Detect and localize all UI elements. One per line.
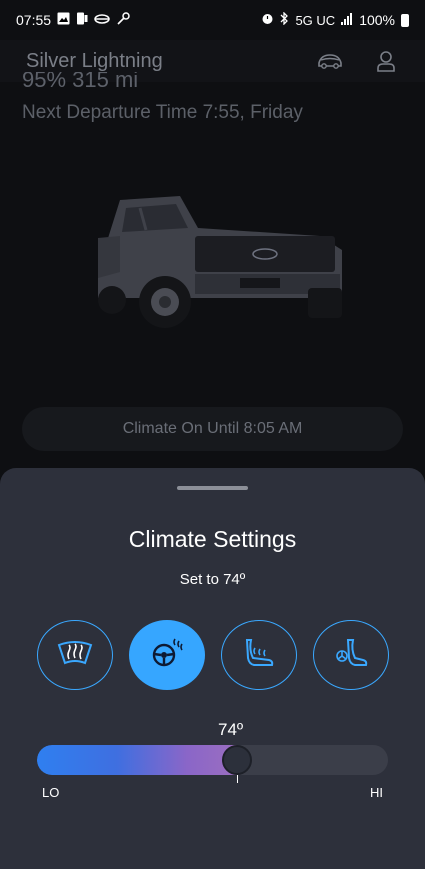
set-temperature-label: Set to 74º [179,571,246,588]
account-icon[interactable] [373,48,399,74]
heated-steering-wheel-icon [149,637,185,674]
temperature-slider-track[interactable] [37,745,388,775]
vehicle-icon[interactable] [317,48,343,74]
temperature-tick [237,775,239,783]
temperature-slider-fill [37,745,238,775]
header-icons [317,48,399,74]
range-text: 95% 315 mi [22,72,139,90]
heated-seat-button[interactable] [221,620,297,690]
front-defrost-button[interactable] [37,620,113,690]
heated-seat-icon [241,636,277,675]
battery-percent: 100% [359,12,395,28]
departure-text[interactable]: Next Departure Time 7:55, Friday [22,102,303,124]
alarm-icon [261,12,274,28]
vehicle-image [80,180,350,350]
key-icon [116,12,130,28]
windshield-defrost-icon [55,637,95,674]
network-label: 5G UC [295,12,336,28]
status-left: 07:55 [16,12,130,28]
car-icon [94,13,110,28]
climate-settings-sheet: Climate Settings Set to 74º 74º LO HI [0,468,425,869]
bluetooth-icon [280,11,289,28]
ventilated-seat-icon [333,636,369,675]
gallery-icon [57,12,70,28]
temperature-hi-label: HI [370,785,383,800]
status-bar: 07:55 5G UC 100% [0,0,425,40]
temperature-lo-label: LO [42,785,60,800]
temperature-slider-handle[interactable] [222,745,253,775]
vehicle-name[interactable]: Silver Lightning [26,50,163,73]
sheet-drag-handle[interactable] [177,486,248,490]
heated-steering-wheel-button[interactable] [129,620,205,690]
battery-icon [401,13,409,27]
phone-icon [76,12,88,28]
signal-icon [341,12,353,28]
temperature-value: 74º [218,720,244,739]
status-time: 07:55 [16,12,52,28]
climate-status-label: Climate On Until 8:05 AM [122,420,303,437]
status-right: 5G UC 100% [261,11,409,28]
ventilated-seat-button[interactable] [313,620,389,690]
sheet-title: Climate Settings [128,526,297,552]
climate-status-button[interactable]: Climate On Until 8:05 AM [22,407,403,451]
